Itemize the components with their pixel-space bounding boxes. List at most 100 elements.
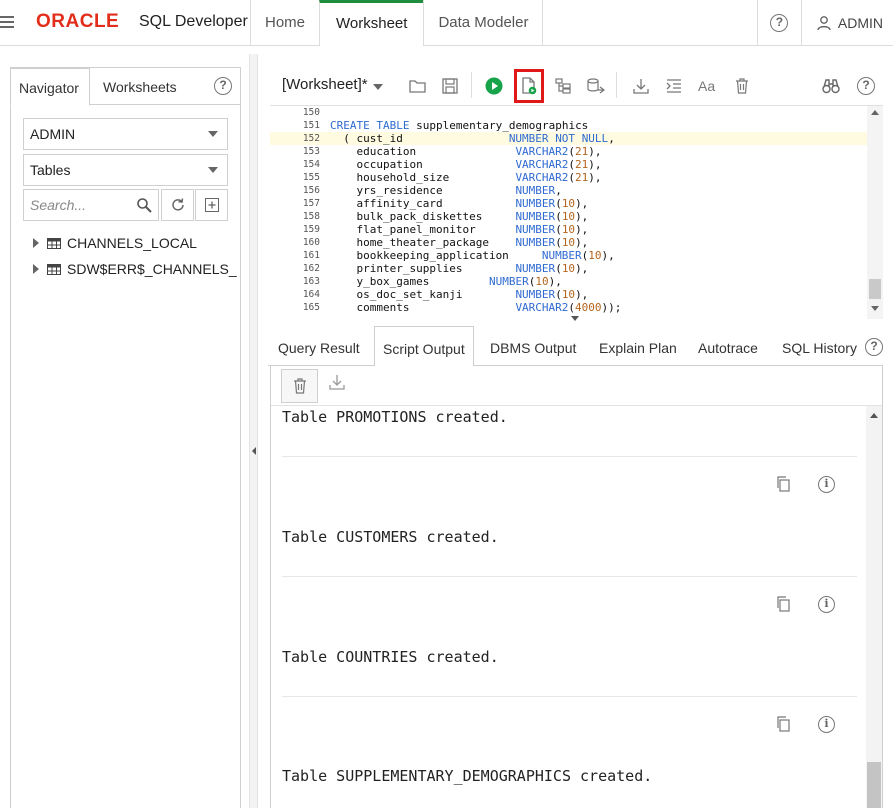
search-icon[interactable] — [136, 197, 152, 213]
output-help-button[interactable]: ? — [865, 338, 883, 356]
code-line[interactable]: 164 os_doc_set_kanji NUMBER(10), — [270, 288, 867, 301]
code-line[interactable]: 154 occupation VARCHAR2(21), — [270, 158, 867, 171]
tab-explain-plan[interactable]: Explain Plan — [599, 326, 677, 367]
worksheet-help-button[interactable]: ? — [852, 73, 880, 99]
code-line[interactable]: 163 y_box_games NUMBER(10), — [270, 275, 867, 288]
help-icon: ? — [214, 77, 232, 95]
output-entry-actions: i — [776, 476, 835, 493]
panel-splitter[interactable] — [249, 54, 258, 808]
code-line[interactable]: 153 education VARCHAR2(21), — [270, 145, 867, 158]
collapse-left-icon[interactable] — [252, 447, 256, 455]
run-statement-button[interactable] — [480, 73, 508, 99]
save-button[interactable] — [436, 73, 464, 99]
tree-item-table[interactable]: SDW$ERR$_CHANNELS_ — [33, 259, 237, 279]
sql-editor[interactable]: 150 151 CREATE TABLE supplementary_demogra… — [270, 105, 883, 319]
tab-home[interactable]: Home — [250, 0, 319, 46]
scroll-up-icon[interactable] — [871, 110, 879, 115]
hamburger-menu-icon[interactable] — [0, 14, 14, 32]
info-icon[interactable]: i — [818, 476, 835, 493]
code-line[interactable]: 157 affinity_card NUMBER(10), — [270, 197, 867, 210]
code-line[interactable]: 158 bulk_pack_diskettes NUMBER(10), — [270, 210, 867, 223]
code-line[interactable]: 162 printer_supplies NUMBER(10), — [270, 262, 867, 275]
info-icon[interactable]: i — [818, 716, 835, 733]
code-line[interactable]: 150 — [270, 106, 867, 119]
tree-item-table[interactable]: CHANNELS_LOCAL — [33, 233, 197, 253]
output-message: Table PROMOTIONS created. — [282, 408, 508, 426]
chevron-down-icon[interactable] — [373, 84, 383, 90]
run-script-button[interactable] — [514, 69, 544, 103]
line-number: 152 — [302, 133, 320, 144]
copy-icon[interactable] — [776, 476, 791, 492]
output-tabs: Query Result Script Output DBMS Output E… — [268, 326, 883, 367]
help-icon: ? — [857, 77, 875, 95]
editor-resize-handle-icon[interactable] — [571, 316, 579, 321]
output-vertical-scrollbar[interactable] — [866, 406, 882, 808]
copy-icon[interactable] — [776, 596, 791, 612]
schema-select[interactable]: ADMIN — [23, 118, 228, 150]
scrollbar-thumb[interactable] — [867, 762, 881, 808]
case-toggle-button[interactable]: Aa — [694, 73, 722, 99]
text-case-icon: Aa — [698, 78, 715, 94]
line-number: 164 — [302, 289, 320, 300]
download-button[interactable] — [627, 73, 655, 99]
user-menu-button[interactable]: ADMIN — [800, 0, 893, 46]
autotrace-icon — [587, 78, 605, 94]
open-button[interactable] — [404, 73, 432, 99]
info-icon[interactable]: i — [818, 596, 835, 613]
tab-worksheets[interactable]: Worksheets — [95, 68, 185, 106]
object-type-select-value: Tables — [30, 162, 71, 178]
expand-arrow-icon[interactable] — [33, 264, 39, 274]
tab-dbms-output[interactable]: DBMS Output — [490, 326, 576, 367]
search-input[interactable]: Search... — [23, 189, 159, 221]
tab-worksheet[interactable]: Worksheet — [319, 0, 424, 46]
refresh-button[interactable] — [161, 189, 194, 221]
explain-plan-button[interactable] — [549, 73, 577, 99]
tab-sql-history[interactable]: SQL History — [782, 326, 857, 367]
tab-data-modeler[interactable]: Data Modeler — [423, 0, 544, 46]
autotrace-button[interactable] — [582, 73, 610, 99]
code-line[interactable]: 152 ( cust_id NUMBER NOT NULL, — [270, 132, 867, 145]
toolbar-divider — [471, 72, 472, 98]
copy-icon[interactable] — [776, 716, 791, 732]
output-entry-actions: i — [776, 596, 835, 613]
find-button[interactable] — [817, 73, 845, 99]
navigator-help-button[interactable]: ? — [214, 77, 232, 95]
line-number: 157 — [302, 198, 320, 209]
code-line[interactable]: 155 household_size VARCHAR2(21), — [270, 171, 867, 184]
tab-query-result[interactable]: Query Result — [278, 326, 360, 367]
output-scroll-area[interactable]: Table PROMOTIONS created. i Table CUSTOM… — [271, 406, 882, 808]
line-number: 160 — [302, 237, 320, 248]
table-icon — [47, 263, 61, 275]
object-type-select[interactable]: Tables — [23, 154, 228, 186]
format-button[interactable] — [660, 73, 688, 99]
top-right-controls: ? ADMIN — [756, 0, 893, 46]
explain-plan-icon — [555, 78, 571, 94]
code-line[interactable]: 161 bookkeeping_application NUMBER(10), — [270, 249, 867, 262]
help-icon: ? — [865, 338, 883, 356]
help-icon: ? — [770, 14, 789, 32]
code-text: bulk_pack_diskettes NUMBER(10), — [330, 210, 589, 223]
output-toolbar — [271, 366, 882, 406]
scroll-up-icon[interactable] — [870, 413, 878, 418]
code-line[interactable]: 159 flat_panel_monitor NUMBER(10), — [270, 223, 867, 236]
tab-autotrace[interactable]: Autotrace — [698, 326, 758, 367]
add-object-button[interactable] — [195, 189, 228, 221]
help-button[interactable]: ? — [756, 0, 801, 46]
worksheet-selector[interactable]: [Worksheet]* — [282, 76, 368, 93]
editor-vertical-scrollbar[interactable] — [867, 106, 883, 319]
clear-output-button[interactable] — [281, 369, 318, 403]
code-line[interactable]: 165 comments VARCHAR2(4000)); — [270, 301, 867, 314]
code-line[interactable]: 160 home_theater_package NUMBER(10), — [270, 236, 867, 249]
scrollbar-thumb[interactable] — [869, 279, 881, 299]
toolbar-divider — [616, 72, 617, 98]
expand-arrow-icon[interactable] — [33, 238, 39, 248]
tab-navigator[interactable]: Navigator — [10, 68, 90, 106]
code-line[interactable]: 151 CREATE TABLE supplementary_demographi… — [270, 119, 867, 132]
code-line[interactable]: 156 yrs_residence NUMBER, — [270, 184, 867, 197]
clear-button[interactable] — [728, 73, 756, 99]
folder-open-icon — [409, 80, 426, 93]
scroll-down-icon[interactable] — [871, 306, 879, 311]
download-output-button[interactable] — [329, 374, 345, 393]
trash-icon — [293, 378, 306, 394]
tab-script-output[interactable]: Script Output — [374, 326, 474, 367]
